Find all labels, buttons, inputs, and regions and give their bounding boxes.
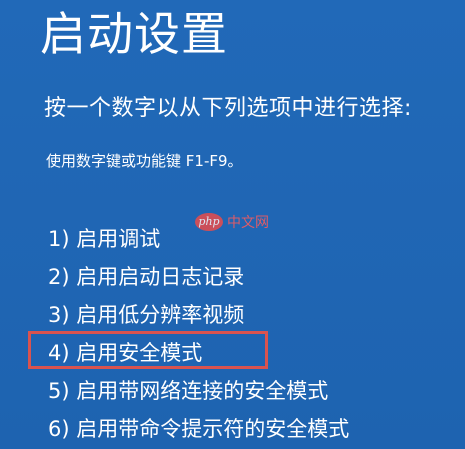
option-enable-safe-mode[interactable]: 4) 启用安全模式 <box>48 334 349 372</box>
option-enable-low-resolution-video[interactable]: 3) 启用低分辨率视频 <box>48 296 349 334</box>
key-hint-text: 使用数字键或功能键 F1-F9。 <box>46 152 243 170</box>
startup-settings-screen: 启动设置 按一个数字以从下列选项中进行选择: 使用数字键或功能键 F1-F9。 … <box>0 0 465 449</box>
option-enable-safe-mode-networking[interactable]: 5) 启用带网络连接的安全模式 <box>48 372 349 410</box>
option-enable-safe-mode-command-prompt[interactable]: 6) 启用带命令提示符的安全模式 <box>48 410 349 448</box>
watermark: php 中文网 <box>195 212 269 232</box>
watermark-text: 中文网 <box>227 215 269 231</box>
startup-options-list: 1) 启用调试 2) 启用启动日志记录 3) 启用低分辨率视频 4) 启用安全模… <box>48 220 349 448</box>
page-title: 启动设置 <box>40 7 228 61</box>
option-enable-boot-logging[interactable]: 2) 启用启动日志记录 <box>48 258 349 296</box>
php-logo-icon: php <box>195 213 223 231</box>
instruction-text: 按一个数字以从下列选项中进行选择: <box>44 96 412 121</box>
